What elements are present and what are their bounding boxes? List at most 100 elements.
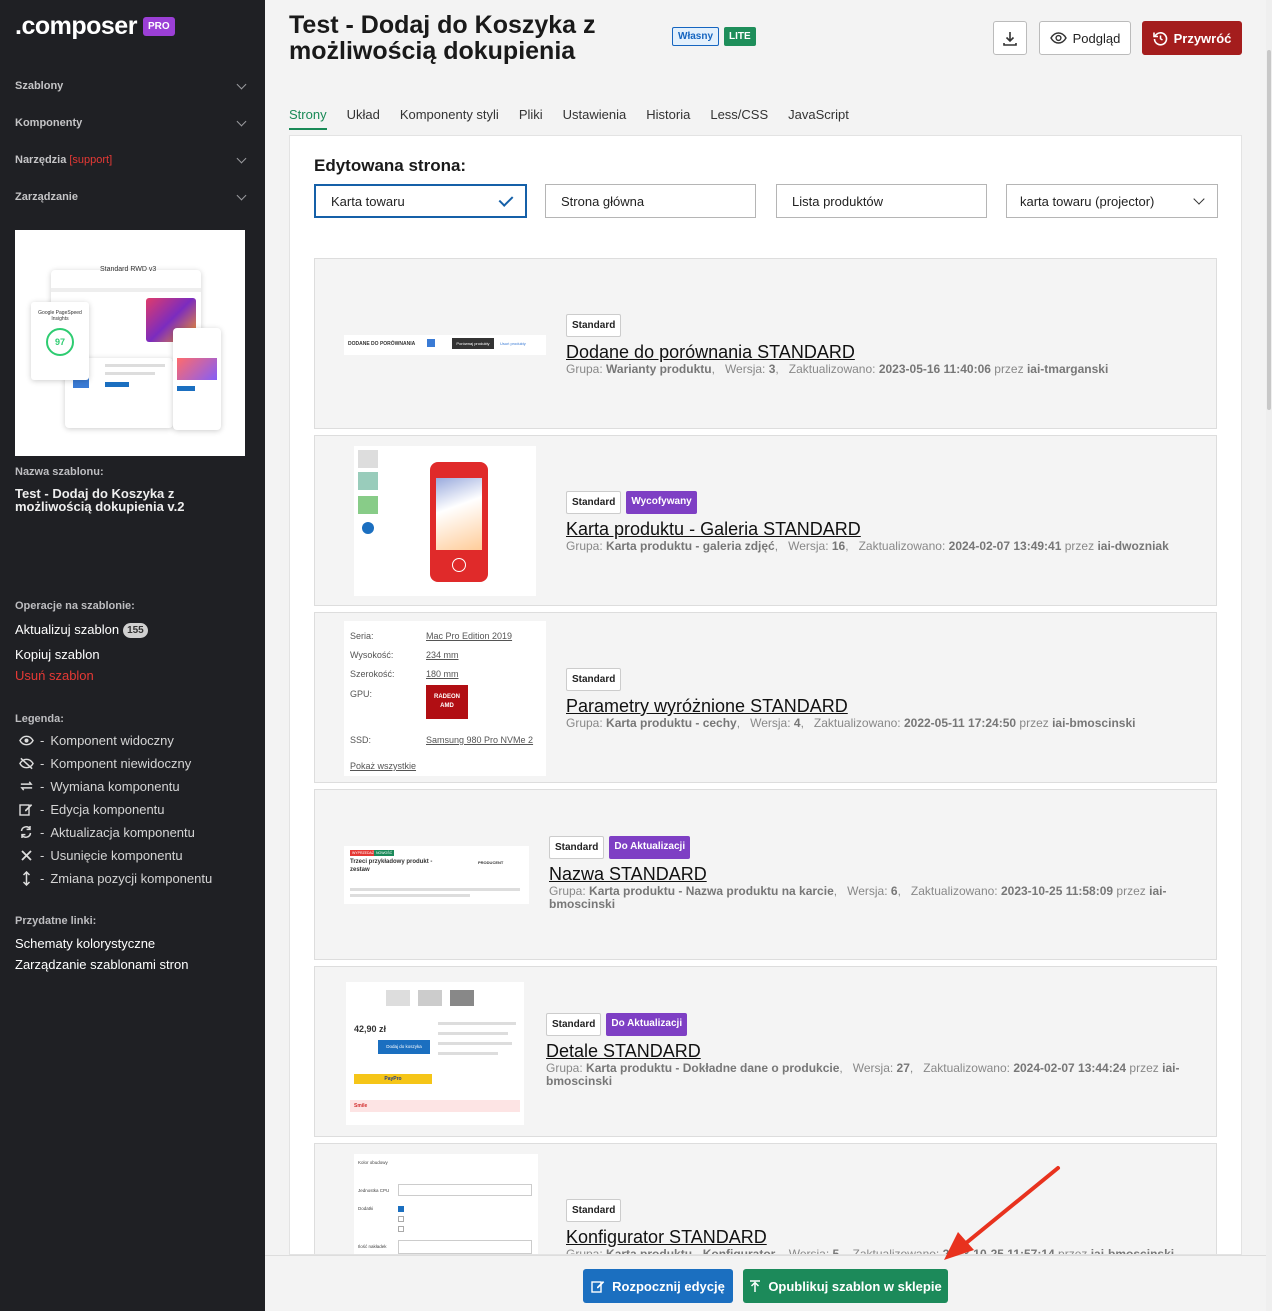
tab-javascript[interactable]: JavaScript [788,107,849,130]
chevron-down-icon [236,190,247,200]
component-name-link[interactable]: Nazwa STANDARD [549,863,1209,885]
thumb-caption: Standard RWD v3 [100,266,157,273]
publish-template-button[interactable]: Opublikuj szablon w sklepie [743,1269,948,1303]
component-preview-details[interactable]: 42,90 zł Dodaj do koszyka PayPro Smile [346,982,524,1125]
component-preview-configurator[interactable]: Kolor obudowy Jednostka CPU Dodatki Iloś… [354,1154,538,1254]
pagespeed-score: 97 [46,328,74,356]
tab-uklad[interactable]: Układ [347,107,380,130]
page-title: Test - Dodaj do Koszyka z możliwością do… [289,11,596,65]
nav-item-szablony[interactable]: Szablony [15,76,247,96]
gallery-thumb [358,496,378,514]
links-label: Przydatne linki: [15,915,97,927]
param-label: Wysokość: [350,650,394,660]
nav-item-zarzadzanie[interactable]: Zarządzanie [15,187,247,207]
template-name: Test - Dodaj do Koszyka z możliwością do… [15,486,185,514]
pages-panel: Edytowana strona: Karta towaru Strona gł… [289,135,1242,1255]
eye-slash-icon [18,755,34,771]
tab-historia[interactable]: Historia [646,107,690,130]
component-preview-compare[interactable]: DODANE DO PORÓWNANIA Porównaj produkty U… [344,335,546,355]
preview-button[interactable]: Podgląd [1039,21,1131,55]
template-name-label: Nazwa szablonu: [15,466,104,478]
legend-dash: - [40,778,45,794]
delete-template-link[interactable]: Usuń szablon [15,668,94,683]
page-templates-link[interactable]: Zarządzanie szablonami stron [15,957,188,972]
tab-komponenty-styli[interactable]: Komponenty styli [400,107,499,130]
component-meta: Grupa: Karta produktu - Konfigurator, Wer… [566,1247,1175,1255]
chevron-down-icon [236,116,247,126]
component-meta: Grupa: Karta produktu - galeria zdjęć, We… [566,539,1169,553]
component-info: Standard Do Aktualizacji Nazwa STANDARD G… [549,836,1209,911]
mock-phone: in your store [173,328,221,430]
legend-dash: - [40,824,45,840]
update-template-link[interactable]: Aktualizuj szablon 155 [15,622,148,638]
component-info: Standard Konfigurator STANDARD Grupa: Ka… [566,1199,1206,1255]
component-name-link[interactable]: Parametry wyróżnione STANDARD [566,695,1206,717]
component-name-link[interactable]: Dodane do porównania STANDARD [566,341,1206,363]
preview-thumb [450,990,474,1006]
page-option-strona-glowna[interactable]: Strona główna [545,184,756,218]
page-select-dropdown[interactable]: karta towaru (projector) [1006,184,1218,218]
config-select [398,1184,532,1196]
component-name-link[interactable]: Konfigurator STANDARD [566,1226,1206,1248]
preview-line [438,1032,508,1035]
tab-less-css[interactable]: Less/CSS [710,107,768,130]
color-schemes-link[interactable]: Schematy kolorystyczne [15,936,155,951]
start-edit-button[interactable]: Rozpocznij edycję [583,1269,733,1303]
preview-line [438,1022,516,1025]
operations-label: Operacje na szablonie: [15,600,135,612]
tab-strony[interactable]: Strony [289,107,327,130]
config-label: Ilość nakładek [358,1244,387,1249]
download-button[interactable] [993,21,1027,55]
legend-text: Komponent niewidoczny [50,755,192,771]
config-label: Jednostka CPU [358,1188,390,1193]
param-label: Seria: [350,631,374,641]
check-icon [498,191,514,207]
update-count-badge: 155 [123,623,148,638]
scrollbar-thumb[interactable] [1267,50,1271,410]
mock-phone-text: in your store [177,344,205,350]
preview-smile-bar: Smile [350,1100,520,1112]
config-checkbox [398,1226,404,1232]
legend-dash: - [40,755,45,771]
page-option-karta-towaru[interactable]: Karta towaru [314,184,527,218]
restore-button[interactable]: Przywróć [1142,21,1242,55]
logo[interactable]: .composer PRO [15,12,175,41]
chevron-down-icon [1193,193,1205,205]
eye-icon [1049,32,1067,44]
component-card: WYPRZEDAŻ NOWOŚĆ Trzeci przykładowy prod… [314,789,1217,960]
page-option-label: Lista produktów [792,193,884,209]
product-phone-image [430,462,488,582]
legend-text: Edycja komponentu [50,801,165,817]
preview-link: Usuń produkty [500,341,526,346]
mock-button [105,382,129,387]
nav-label: Narzędzia [support] [15,154,113,166]
component-card: Standard Wycofywany Karta produktu - Gale… [314,435,1217,606]
preview-pay-button: PayPro [354,1074,432,1084]
tab-pliki[interactable]: Pliki [519,107,543,130]
component-name-link[interactable]: Karta produktu - Galeria STANDARD [566,518,1206,540]
component-preview-name[interactable]: WYPRZEDAŻ NOWOŚĆ Trzeci przykładowy prod… [344,846,529,904]
page-option-lista-produktow[interactable]: Lista produktów [776,184,987,218]
upload-icon [750,1279,761,1292]
preview-label: NOWOŚĆ [374,850,395,856]
component-meta: Grupa: Karta produktu - Nazwa produktu n… [549,884,1167,911]
component-name-link[interactable]: Detale STANDARD [546,1040,1211,1062]
to-update-badge: Do Aktualizacji [606,1013,688,1036]
copy-template-link[interactable]: Kopiuj szablon [15,647,100,662]
component-card: DODANE DO PORÓWNANIA Porównaj produkty U… [314,258,1217,429]
refresh-icon [18,824,34,840]
component-meta: Grupa: Warianty produktu, Wersja: 3, Zaktu… [566,362,1109,376]
param-value: Mac Pro Edition 2019 [426,631,513,641]
legend-row: - Wymiana komponentu [18,778,180,794]
component-preview-gallery[interactable] [354,446,536,596]
nav-label: Zarządzanie [15,191,78,203]
edit-icon [591,1281,605,1293]
nav-item-narzedzia[interactable]: Narzędzia [support] [15,150,247,170]
nav-item-komponenty[interactable]: Komponenty [15,113,247,133]
component-preview-params[interactable]: Seria: Mac Pro Edition 2019 Wysokość: 23… [344,621,546,776]
template-thumbnail[interactable]: Standard r store Standard RWD v3 in your… [15,230,245,456]
tab-ustawienia[interactable]: Ustawienia [563,107,627,130]
param-label: GPU: [350,689,373,699]
component-meta: Grupa: Karta produktu - cechy, Wersja: 4,… [566,716,1136,730]
restore-label: Przywróć [1173,30,1232,46]
